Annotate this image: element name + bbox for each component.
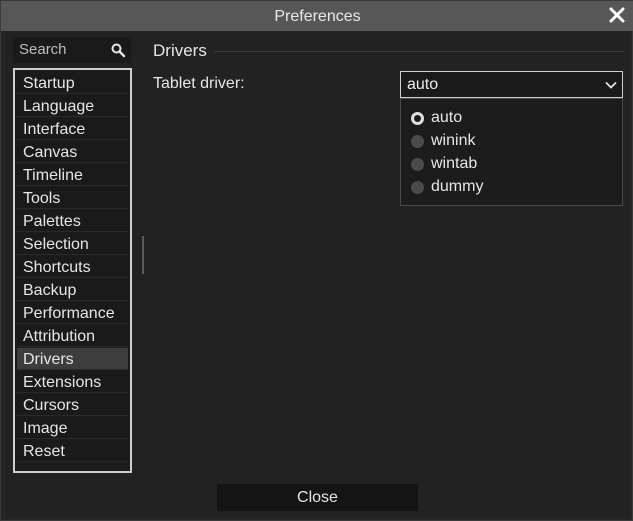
driver-option-auto[interactable]: auto <box>411 107 611 129</box>
tablet-driver-popup: auto winink wintab dummy <box>400 98 623 206</box>
sidebar-item-attribution[interactable]: Attribution <box>17 325 128 347</box>
sidebar-item-language[interactable]: Language <box>17 95 128 117</box>
radio-button[interactable] <box>411 181 424 194</box>
sidebar-item-cursors[interactable]: Cursors <box>17 394 128 416</box>
sidebar-item-timeline[interactable]: Timeline <box>17 164 128 186</box>
close-icon[interactable] <box>604 2 630 28</box>
window-title: Preferences <box>274 8 361 25</box>
section-divider <box>214 51 624 52</box>
sidebar-item-interface[interactable]: Interface <box>17 118 128 140</box>
driver-option-wintab[interactable]: wintab <box>411 153 611 175</box>
driver-option-label: winink <box>431 132 476 149</box>
driver-option-label: dummy <box>431 178 484 195</box>
preferences-window: Preferences Search Startup Language Interf… <box>0 0 633 521</box>
driver-option-winink[interactable]: winink <box>411 130 611 152</box>
close-button[interactable]: Close <box>217 484 418 511</box>
search-icon <box>110 42 126 58</box>
driver-option-dummy[interactable]: dummy <box>411 176 611 198</box>
sidebar-item-drivers[interactable]: Drivers <box>17 348 128 370</box>
search-input[interactable]: Search <box>13 37 131 63</box>
driver-option-label: auto <box>431 109 463 126</box>
tablet-driver-label: Tablet driver: <box>153 75 245 92</box>
section-title: Drivers <box>153 41 207 60</box>
sidebar-item-selection[interactable]: Selection <box>17 233 128 255</box>
sidebar-item-backup[interactable]: Backup <box>17 279 128 301</box>
sidebar-item-tools[interactable]: Tools <box>17 187 128 209</box>
sidebar-item-startup[interactable]: Startup <box>17 72 128 94</box>
sidebar-item-palettes[interactable]: Palettes <box>17 210 128 232</box>
title-bar[interactable]: Preferences <box>1 1 633 31</box>
preferences-content: Search Startup Language Interface Canvas Tim… <box>5 31 630 518</box>
sidebar-item-reset[interactable]: Reset <box>17 440 128 462</box>
sidebar-item-shortcuts[interactable]: Shortcuts <box>17 256 128 278</box>
search-placeholder: Search <box>19 41 67 58</box>
sidebar-item-performance[interactable]: Performance <box>17 302 128 324</box>
radio-button[interactable] <box>411 112 424 125</box>
driver-option-label: wintab <box>431 155 478 172</box>
tablet-driver-value: auto <box>407 76 439 93</box>
sidebar-item-image[interactable]: Image <box>17 417 128 439</box>
chevron-down-icon <box>604 78 618 92</box>
splitter-handle[interactable] <box>142 236 144 274</box>
sidebar-item-extensions[interactable]: Extensions <box>17 371 128 393</box>
category-list: Startup Language Interface Canvas Timeline To… <box>13 68 132 473</box>
tablet-driver-dropdown[interactable]: auto <box>400 71 623 98</box>
radio-button[interactable] <box>411 158 424 171</box>
radio-button[interactable] <box>411 135 424 148</box>
sidebar-item-canvas[interactable]: Canvas <box>17 141 128 163</box>
